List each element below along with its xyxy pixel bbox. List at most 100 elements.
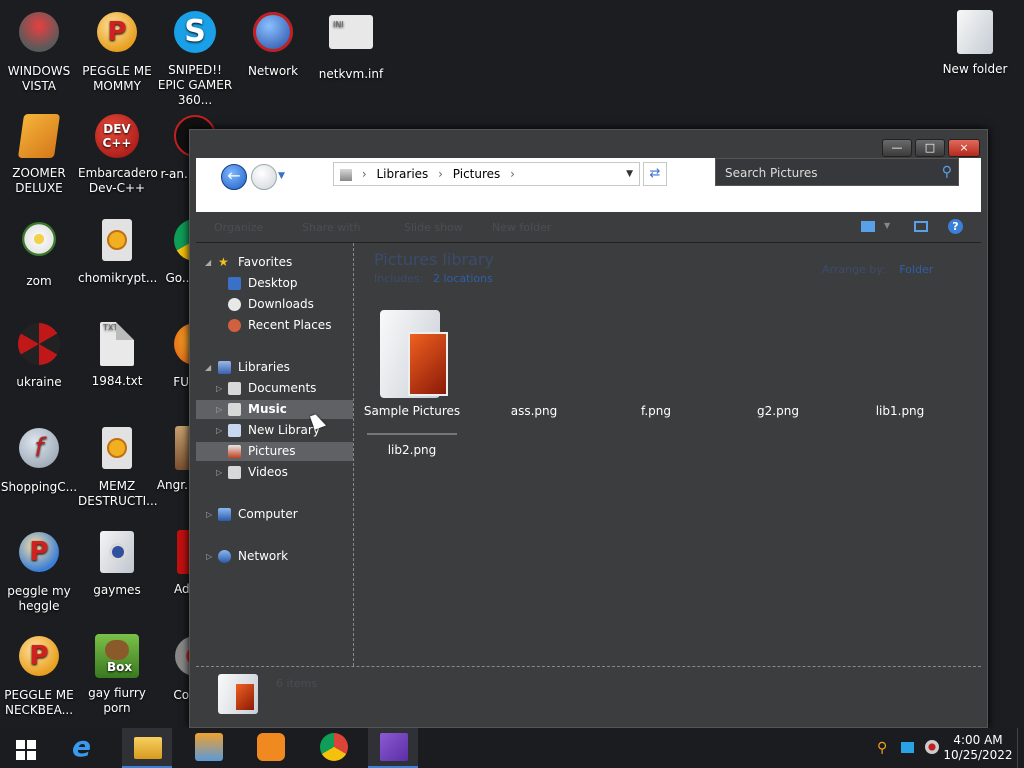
desktop-icon-peggle-me-neckbea[interactable]: P PEGGLE ME NECKBEA... — [0, 632, 78, 718]
expand-arrow-icon[interactable]: ▷ — [216, 379, 222, 398]
search-tray-icon[interactable]: ⚲ — [877, 741, 887, 755]
desktop-icon — [228, 277, 241, 290]
show-desktop-button[interactable] — [1017, 728, 1024, 768]
nav-desktop[interactable]: Desktop — [196, 274, 353, 293]
change-view-icon[interactable] — [861, 221, 875, 232]
view-dropdown-icon[interactable]: ▼ — [884, 221, 890, 230]
file-item-g2-png[interactable]: g2.png — [723, 308, 833, 418]
desktop-icon-gaymes[interactable]: gaymes — [78, 528, 156, 598]
expand-arrow-icon[interactable]: ▷ — [216, 421, 222, 440]
taskbar-internet-explorer[interactable]: e — [60, 728, 110, 768]
forward-button[interactable] — [251, 164, 277, 190]
expand-arrow-icon[interactable]: ▷ — [206, 547, 212, 566]
ini-file-icon: INI — [327, 15, 375, 63]
arrange-by-dropdown[interactable]: Folder — [899, 263, 933, 276]
nav-computer[interactable]: ▷ Computer — [196, 505, 353, 524]
title-bar[interactable]: — □ × — [190, 130, 987, 158]
nav-videos[interactable]: ▷ Videos — [196, 463, 353, 482]
taskbar-chrome[interactable] — [308, 728, 358, 768]
desktop-icon-sniped[interactable]: S SNIPED!! EPIC GAMER 360... — [156, 8, 234, 108]
skype-icon: S — [171, 11, 219, 59]
nav-new-library[interactable]: ▷ New Library — [196, 421, 353, 440]
help-icon[interactable]: ? — [948, 219, 963, 234]
desktop-icon-gay-fiurry[interactable]: Box gay fiurry porn — [78, 632, 156, 716]
address-dropdown-icon[interactable]: ▼ — [626, 163, 633, 185]
file-item-lib1-png[interactable]: lib1.png — [845, 308, 955, 418]
desktop-icon-ukraine[interactable]: ukraine — [0, 320, 78, 390]
png-thumbnail-icon — [367, 433, 457, 435]
desktop-icon-1984-txt[interactable]: TXT 1984.txt — [78, 320, 156, 389]
nav-documents[interactable]: ▷ Documents — [196, 379, 353, 398]
peggle-icon: P — [15, 532, 63, 580]
recent-places-icon — [228, 319, 241, 332]
search-input[interactable]: Search Pictures ⚲ — [715, 158, 959, 186]
nav-favorites[interactable]: ◢ ★ Favorites — [196, 253, 353, 272]
organize-button[interactable]: Organize — [214, 221, 263, 234]
taskbar-file-explorer[interactable] — [122, 728, 172, 768]
collapse-arrow-icon[interactable]: ◢ — [205, 358, 211, 377]
expand-arrow-icon[interactable]: ▷ — [216, 400, 222, 419]
library-includes: Includes: 2 locations — [374, 272, 493, 285]
clock-date: 10/25/2022 — [943, 748, 1013, 762]
taskbar-uc-browser[interactable] — [245, 728, 295, 768]
nav-libraries[interactable]: ◢ Libraries — [196, 358, 353, 377]
close-button[interactable]: × — [948, 139, 980, 157]
taskbar-clock[interactable]: 4:00 AM 10/25/2022 — [940, 733, 1016, 763]
desktop-icon-memz[interactable]: MEMZ DESTRUCTI... — [78, 424, 158, 509]
visual-studio-icon — [380, 733, 408, 761]
address-field[interactable]: › Libraries › Pictures › ▼ — [333, 162, 640, 186]
peggle-icon: P — [93, 12, 141, 60]
nav-pictures[interactable]: Pictures — [196, 442, 353, 461]
desktop-icon-netkvm[interactable]: INI netkvm.inf — [312, 8, 390, 82]
desktop-icon-zom[interactable]: zom — [0, 216, 78, 289]
desktop-icon-network[interactable]: Network — [234, 8, 312, 79]
desktop-icon-peggle-me-mommy[interactable]: P PEGGLE ME MOMMY — [78, 8, 156, 94]
clock-file-icon — [93, 427, 141, 475]
pictures-icon — [228, 445, 241, 458]
breadcrumb-libraries[interactable]: Libraries — [376, 163, 428, 185]
taskbar-media-player[interactable] — [183, 728, 233, 768]
computer-icon — [218, 508, 231, 521]
address-bar-area: ← ▼ › Libraries › Pictures › ▼ ⇄ Search … — [196, 158, 981, 212]
desktop-icon-dev-cpp[interactable]: DEV C++ Embarcadero Dev-C++ — [78, 112, 158, 196]
includes-locations-link[interactable]: 2 locations — [433, 272, 493, 285]
clock-file-icon — [93, 219, 141, 267]
recent-pages-dropdown-icon[interactable]: ▼ — [278, 171, 285, 181]
file-list: Pictures library Includes: 2 locations A… — [354, 243, 981, 666]
breadcrumb-pictures[interactable]: Pictures — [453, 163, 501, 185]
file-item-lib2-png[interactable]: lib2.png — [357, 433, 467, 457]
expand-arrow-icon[interactable]: ▷ — [216, 463, 222, 482]
nav-recent-places[interactable]: Recent Places — [196, 316, 353, 335]
minimize-button[interactable]: — — [882, 139, 912, 157]
collapse-arrow-icon[interactable]: ◢ — [205, 253, 211, 272]
slide-show-button[interactable]: Slide show — [404, 221, 463, 234]
clock-time: 4:00 AM — [953, 733, 1003, 747]
desktop-icon-chomikrypt[interactable]: chomikrypt... — [78, 216, 157, 286]
share-with-button[interactable]: Share with — [302, 221, 361, 234]
file-item-f-png[interactable]: f.png — [601, 308, 711, 418]
start-button[interactable] — [0, 728, 50, 768]
preview-pane-icon[interactable] — [914, 221, 928, 232]
radiation-icon — [15, 323, 63, 371]
taskbar-visual-studio[interactable] — [368, 728, 418, 768]
tray-monitor-icon[interactable] — [901, 742, 914, 753]
search-icon[interactable]: ⚲ — [942, 165, 952, 179]
nav-downloads[interactable]: Downloads — [196, 295, 353, 314]
flower-icon — [15, 222, 63, 270]
tray-app-icon[interactable] — [925, 740, 939, 754]
file-item-sample-pictures[interactable]: Sample Pictures — [357, 308, 467, 418]
desktop-icon-windows-vista[interactable]: WINDOWS VISTA — [0, 8, 78, 94]
desktop-icon-new-folder[interactable]: New folder — [936, 8, 1014, 77]
file-item-ass-png[interactable]: ass.png — [479, 308, 589, 418]
library-thumbnail-icon — [218, 674, 258, 714]
new-folder-button[interactable]: New folder — [492, 221, 551, 234]
expand-arrow-icon[interactable]: ▷ — [206, 505, 212, 524]
desktop-icon-peggle-my-heggle[interactable]: P peggle my heggle — [0, 528, 78, 614]
nav-music[interactable]: ▷ Music — [196, 400, 353, 419]
back-button[interactable]: ← — [221, 164, 247, 190]
nav-network[interactable]: ▷ Network — [196, 547, 353, 566]
refresh-button[interactable]: ⇄ — [643, 162, 667, 186]
desktop-icon-shoppingc[interactable]: f ShoppingC... — [0, 424, 78, 495]
maximize-button[interactable]: □ — [915, 139, 945, 157]
desktop-icon-zoomer-deluxe[interactable]: ZOOMER DELUXE — [0, 112, 78, 196]
